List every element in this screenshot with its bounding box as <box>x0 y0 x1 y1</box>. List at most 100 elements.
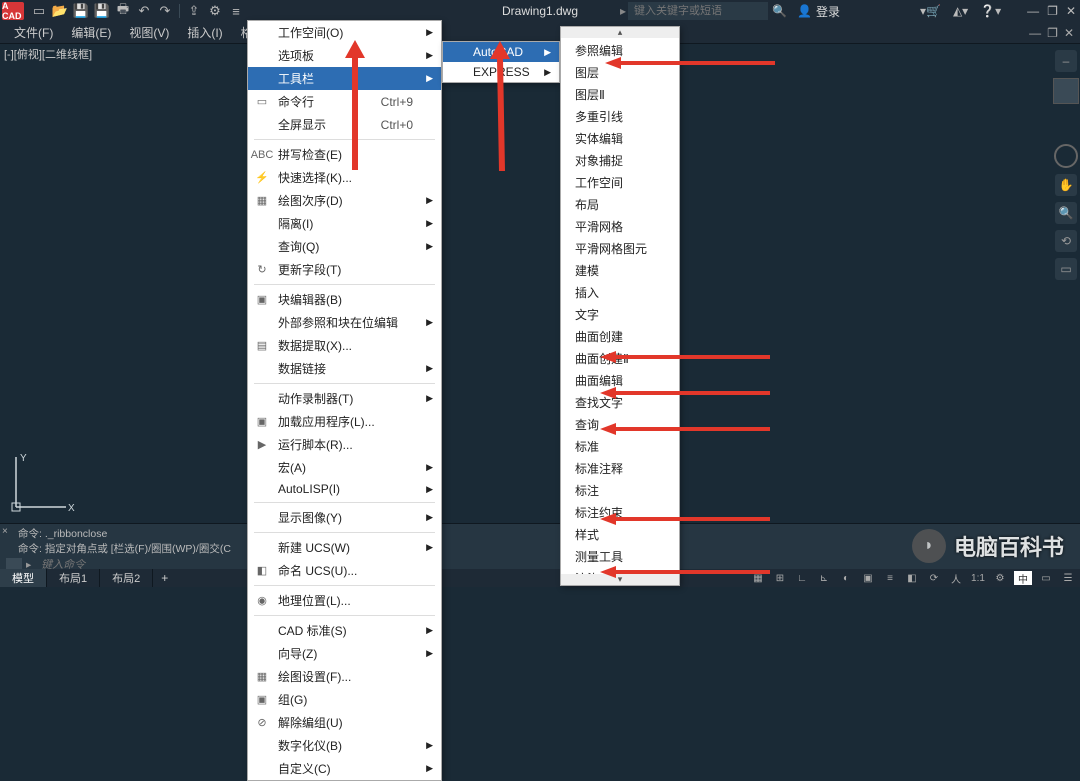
tools-menu-item[interactable]: ▶运行脚本(R)... <box>248 433 441 456</box>
tools-menu-item[interactable]: CAD 标准(S)▶ <box>248 619 441 642</box>
tools-menu-item[interactable]: 数据链接▶ <box>248 357 441 380</box>
showmotion-icon[interactable]: ▭ <box>1055 258 1077 280</box>
status-transp-icon[interactable]: ◧ <box>904 571 920 585</box>
toolbar-list-item[interactable]: 渲染 <box>561 567 679 586</box>
status-grid-icon[interactable]: ⊞ <box>772 571 788 585</box>
nav-minus-icon[interactable]: – <box>1055 50 1077 72</box>
status-menu-icon[interactable]: ☰ <box>1060 571 1076 585</box>
pan-icon[interactable]: ✋ <box>1055 174 1077 196</box>
tools-menu-item[interactable]: ▭命令行Ctrl+9 <box>248 90 441 113</box>
doc-restore-icon[interactable]: ❐ <box>1047 26 1058 40</box>
toolbar-list-item[interactable]: 参照编辑 <box>561 39 679 61</box>
view-cube[interactable] <box>1053 78 1079 104</box>
status-lwt-icon[interactable]: ≡ <box>882 571 898 585</box>
tools-menu-item[interactable]: ⚡快速选择(K)... <box>248 166 441 189</box>
drawing-viewport[interactable]: [-][俯视][二维线框] Y X <box>0 44 1080 523</box>
toolbar-list-item[interactable]: 插入 <box>561 281 679 303</box>
tools-menu-item[interactable]: 工作空间(O)▶ <box>248 21 441 44</box>
cart-icon[interactable]: ▾🛒 <box>920 4 941 18</box>
toolbar-list-item[interactable]: 测量工具 <box>561 545 679 567</box>
tools-menu-item[interactable]: 全屏显示Ctrl+0 <box>248 113 441 136</box>
toolbar-list-item[interactable]: 工作空间 <box>561 171 679 193</box>
tools-menu-item[interactable]: 工具栏▶ <box>248 67 441 90</box>
tools-menu-item[interactable]: 隔离(I)▶ <box>248 212 441 235</box>
search-input[interactable] <box>628 2 768 20</box>
toolbar-list-item[interactable]: 实体编辑 <box>561 127 679 149</box>
share-icon[interactable]: ⇪ <box>185 2 203 20</box>
open-icon[interactable]: 📂 <box>51 2 69 20</box>
toolbar-list-item[interactable]: 图层Ⅱ <box>561 83 679 105</box>
tools-menu-item[interactable]: 外部参照和块在位编辑▶ <box>248 311 441 334</box>
tools-menu-item[interactable]: 查询(Q)▶ <box>248 235 441 258</box>
tools-menu-item[interactable]: ▣组(G) <box>248 688 441 711</box>
toolbar-list-item[interactable]: 对象捕捉 <box>561 149 679 171</box>
status-osnap-icon[interactable]: ▣ <box>860 571 876 585</box>
view-label[interactable]: [-][俯视][二维线框] <box>4 46 92 62</box>
toolbar-submenu-item[interactable]: EXPRESS▶ <box>443 62 559 82</box>
saveas-icon[interactable]: 💾 <box>93 2 111 20</box>
tools-menu-item[interactable]: ▤数据提取(X)... <box>248 334 441 357</box>
toolbar-list-item[interactable]: 图层 <box>561 61 679 83</box>
tools-menu-item[interactable]: ABC拼写检查(E) <box>248 143 441 166</box>
tools-menu-item[interactable]: 选项板▶ <box>248 44 441 67</box>
search-icon[interactable]: 🔍 <box>772 4 787 18</box>
status-cycle-icon[interactable]: ⟳ <box>926 571 942 585</box>
toolbar-list-item[interactable]: 曲面编辑 <box>561 369 679 391</box>
toolbar-list-item[interactable]: 曲面创建Ⅱ <box>561 347 679 369</box>
maximize-icon[interactable]: ❐ <box>1047 4 1058 18</box>
minimize-icon[interactable]: — <box>1027 4 1039 18</box>
toolbar-list-item[interactable]: 标注 <box>561 479 679 501</box>
tools-menu-item[interactable]: ▦绘图设置(F)... <box>248 665 441 688</box>
toolbar-list-item[interactable]: 标注约束 <box>561 501 679 523</box>
tab-layout2[interactable]: 布局2 <box>100 569 153 587</box>
toolbar-list-item[interactable]: 曲面创建 <box>561 325 679 347</box>
toolbar-list-item[interactable]: 标准 <box>561 435 679 457</box>
status-ortho-icon[interactable]: ⊾ <box>816 571 832 585</box>
gear-icon[interactable]: ⚙ <box>206 2 224 20</box>
tab-add-button[interactable]: + <box>153 569 176 587</box>
toolbar-list-item[interactable]: 多重引线 <box>561 105 679 127</box>
save-icon[interactable]: 💾 <box>72 2 90 20</box>
toolbar-list-item[interactable]: 样式 <box>561 523 679 545</box>
undo-icon[interactable]: ↶ <box>135 2 153 20</box>
tab-model[interactable]: 模型 <box>0 569 47 587</box>
tools-menu-item[interactable]: 自定义(C)▶ <box>248 757 441 780</box>
toolbar-list-item[interactable]: 平滑网格图元 <box>561 237 679 259</box>
status-clean-icon[interactable]: ▭ <box>1038 571 1054 585</box>
toolbar-list-item[interactable]: 标准注释 <box>561 457 679 479</box>
toolbar-list-item[interactable]: 布局 <box>561 193 679 215</box>
status-model-icon[interactable]: ▦ <box>750 571 766 585</box>
redo-icon[interactable]: ↷ <box>156 2 174 20</box>
new-icon[interactable]: ▭ <box>30 2 48 20</box>
menu-view[interactable]: 视图(V) <box>121 21 177 44</box>
toolbar-list-item[interactable]: 平滑网格 <box>561 215 679 237</box>
status-gear-icon[interactable]: ⚙ <box>992 571 1008 585</box>
tools-menu-item[interactable]: ⊘解除编组(U) <box>248 711 441 734</box>
menu-edit[interactable]: 编辑(E) <box>63 21 119 44</box>
tools-menu-item[interactable]: ▣加载应用程序(L)... <box>248 410 441 433</box>
autodesk-icon[interactable]: ◭▾ <box>953 4 968 18</box>
toolbar-list-item[interactable]: 查询 <box>561 413 679 435</box>
orbit-icon[interactable]: ⟲ <box>1055 230 1077 252</box>
tools-menu-item[interactable]: 宏(A)▶ <box>248 456 441 479</box>
status-anno-icon[interactable]: 人 <box>948 571 964 585</box>
tools-menu-item[interactable]: 数字化仪(B)▶ <box>248 734 441 757</box>
status-snap-icon[interactable]: ∟ <box>794 571 810 585</box>
tools-menu-item[interactable]: 新建 UCS(W)▶ <box>248 536 441 559</box>
doc-close-icon[interactable]: ✕ <box>1064 26 1074 40</box>
help-icon[interactable]: ❔▾ <box>980 4 1001 18</box>
tools-menu-item[interactable]: ▦绘图次序(D)▶ <box>248 189 441 212</box>
tools-menu-item[interactable]: ◉地理位置(L)... <box>248 589 441 612</box>
status-ime-icon[interactable]: 中 <box>1014 571 1032 585</box>
steering-wheel-icon[interactable] <box>1054 144 1078 168</box>
login-button[interactable]: 👤 登录 <box>797 3 840 20</box>
status-polar-icon[interactable]: ◐ <box>838 571 854 585</box>
tools-menu-item[interactable]: 动作录制器(T)▶ <box>248 387 441 410</box>
cmd-close-icon[interactable]: × <box>2 526 8 537</box>
toolbar-list-item[interactable]: 查找文字 <box>561 391 679 413</box>
tools-menu-item[interactable]: ▣块编辑器(B) <box>248 288 441 311</box>
tools-menu-item[interactable]: 显示图像(Y)▶ <box>248 506 441 529</box>
toolbar-submenu-item[interactable]: AutoCAD▶ <box>443 42 559 62</box>
tools-menu-item[interactable]: ◧命名 UCS(U)... <box>248 559 441 582</box>
tab-layout1[interactable]: 布局1 <box>47 569 100 587</box>
